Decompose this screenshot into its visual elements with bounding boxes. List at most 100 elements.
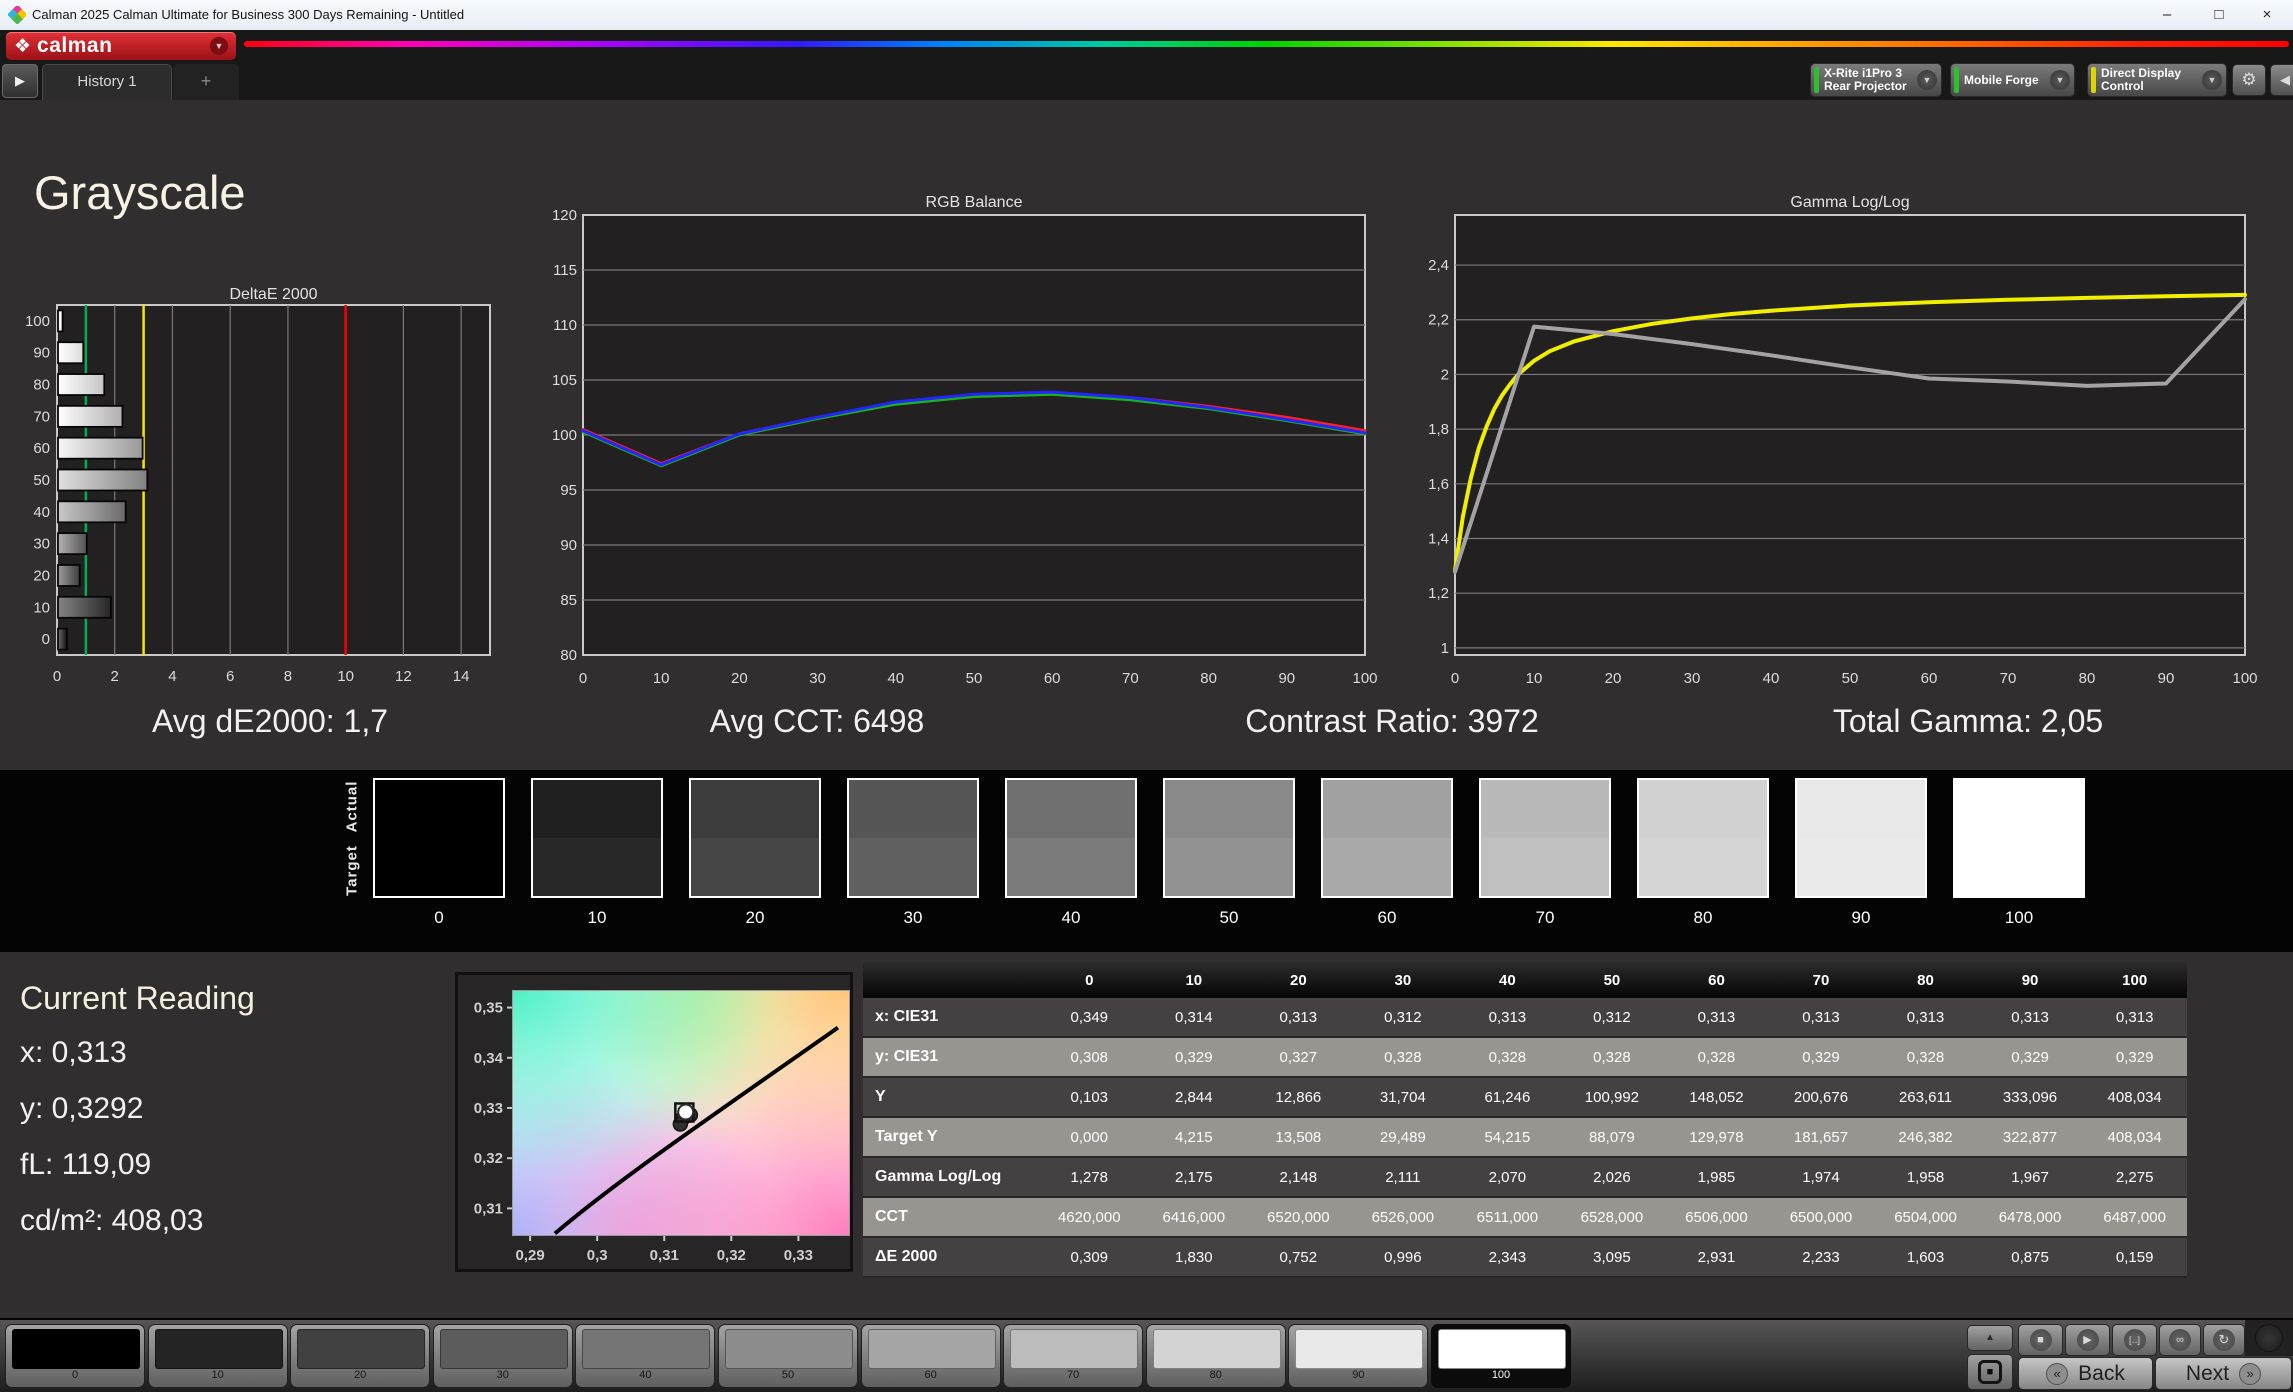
add-tab-button[interactable]: + bbox=[173, 64, 239, 100]
table-row: y: CIE31 0,308 0,329 0,327 0,328 0,328 0,328 0,… bbox=[863, 1037, 2187, 1078]
patch-button-90[interactable]: 90 bbox=[1288, 1324, 1429, 1388]
x-tick-label: 0,31 bbox=[650, 1247, 679, 1264]
patch-level-label: 10 bbox=[211, 1369, 224, 1381]
patch-button-80[interactable]: 80 bbox=[1145, 1324, 1286, 1388]
table-cell: 0,875 bbox=[1977, 1237, 2083, 1278]
table-cell: 1,958 bbox=[1873, 1157, 1978, 1198]
stop-measure-button[interactable]: ■ bbox=[2018, 1324, 2063, 1356]
x-tick-label: 70 bbox=[1122, 670, 1139, 685]
patch-window-button[interactable]: ■ bbox=[1967, 1354, 2013, 1390]
x-tick-label: 0,32 bbox=[717, 1247, 746, 1264]
y-tick-label: 85 bbox=[560, 592, 577, 609]
patch-size-up-button[interactable]: ▲ bbox=[1967, 1325, 2013, 1351]
table-cell: 0,313 bbox=[1455, 998, 1560, 1038]
table-corner-cell bbox=[863, 962, 1037, 998]
table-cell: 0,329 bbox=[1141, 1037, 1247, 1078]
calman-menu-button[interactable]: ❖ calman ▼ bbox=[6, 32, 236, 60]
table-cell: 6506,000 bbox=[1664, 1197, 1769, 1238]
tab-history-1[interactable]: History 1 bbox=[42, 64, 172, 100]
table-cell: 3,095 bbox=[1559, 1237, 1665, 1278]
source-dropdown[interactable]: Mobile Forge ▼ bbox=[1950, 63, 2075, 97]
settings-button[interactable]: ⚙ bbox=[2232, 64, 2266, 96]
patch-button-50[interactable]: 50 bbox=[718, 1324, 858, 1388]
table-cell: 2,026 bbox=[1559, 1157, 1665, 1198]
triangle-up-icon: ▲ bbox=[1985, 1332, 1995, 1343]
patch-button-30[interactable]: 30 bbox=[432, 1324, 573, 1388]
avg-de2000-readout: Avg dE2000: 1,7 bbox=[151, 703, 389, 739]
x-tick-label: 2 bbox=[111, 668, 119, 683]
table-cell: 31,704 bbox=[1350, 1077, 1456, 1118]
patch-level-label: 90 bbox=[1352, 1369, 1365, 1381]
table-cell: 0,328 bbox=[1350, 1037, 1456, 1078]
infinity-icon: ∞ bbox=[2169, 1329, 2191, 1351]
table-cell: 1,967 bbox=[1977, 1157, 2083, 1198]
table-cell: 0,313 bbox=[1873, 998, 1978, 1038]
patch-chip bbox=[582, 1329, 711, 1369]
x-tick-label: 60 bbox=[1921, 670, 1938, 685]
x-tick-label: 20 bbox=[731, 670, 748, 685]
minimize-button[interactable]: – bbox=[2145, 0, 2189, 30]
grayscale-swatch-20 bbox=[689, 778, 821, 898]
table-cell: 0,328 bbox=[1559, 1037, 1665, 1078]
continuous-measure-button[interactable]: ∞ bbox=[2159, 1324, 2201, 1356]
row-label: x: CIE31 bbox=[863, 998, 1037, 1038]
back-button-label: Back bbox=[2078, 1361, 2125, 1385]
y-tick-label: 1,8 bbox=[1428, 421, 1449, 438]
patch-button-40[interactable]: 40 bbox=[575, 1324, 716, 1388]
single-measure-button[interactable]: [‥] bbox=[2112, 1324, 2157, 1356]
plot-area bbox=[1454, 214, 2246, 656]
patch-button-0[interactable]: 0 bbox=[5, 1324, 145, 1388]
patch-chip bbox=[12, 1329, 140, 1369]
tab-row: ▶ History 1 + X-Rite i1Pro 3 Rear Projec… bbox=[0, 62, 2293, 100]
cie-chart-panel: 0,35 0,34 0,33 0,32 0,31 0,29 0,3 0,31 0,32 0,33 bbox=[455, 972, 853, 1272]
total-gamma-readout: Total Gamma: 2,05 bbox=[1832, 703, 2104, 739]
y-tick-label: 1,2 bbox=[1428, 585, 1449, 602]
table-cell: 1,985 bbox=[1664, 1157, 1769, 1198]
table-header-row: 0 10 20 30 40 50 60 70 80 90 100 bbox=[863, 962, 2187, 998]
back-button[interactable]: « Back bbox=[2018, 1357, 2153, 1390]
swatch-actual-half bbox=[1797, 780, 1925, 838]
patch-button-100[interactable]: 100 bbox=[1431, 1324, 1571, 1388]
table-cell: 0,752 bbox=[1246, 1237, 1351, 1278]
row-label: Target Y bbox=[863, 1117, 1037, 1158]
patch-button-70[interactable]: 70 bbox=[1003, 1324, 1144, 1388]
y-tick-label: 1 bbox=[1441, 640, 1449, 657]
patch-button-10[interactable]: 10 bbox=[147, 1324, 288, 1388]
table-cell: 2,175 bbox=[1141, 1157, 1247, 1198]
y-tick-label: 95 bbox=[560, 482, 577, 499]
meter-dropdown[interactable]: X-Rite i1Pro 3 Rear Projector ▼ bbox=[1810, 63, 1942, 97]
page-title: Grayscale bbox=[34, 166, 246, 219]
collapse-panel-button[interactable]: ◀ bbox=[2270, 64, 2293, 96]
column-header-30: 30 bbox=[1350, 962, 1456, 998]
next-button-label: Next bbox=[2185, 1361, 2230, 1385]
x-tick-label: 90 bbox=[2158, 670, 2175, 685]
x-tick-label: 10 bbox=[1526, 670, 1543, 685]
swatch-level-label: 60 bbox=[1377, 908, 1397, 927]
play-icon: ▶ bbox=[2076, 1329, 2099, 1351]
chevron-down-icon: ▼ bbox=[210, 37, 228, 55]
x-tick-label: 0 bbox=[53, 668, 61, 683]
chevron-down-icon: ▼ bbox=[2202, 70, 2222, 90]
swatch-level-label: 30 bbox=[903, 908, 923, 927]
patch-level-label: 100 bbox=[1491, 1369, 1511, 1381]
refresh-measure-button[interactable]: ↻ bbox=[2203, 1324, 2245, 1356]
swatch-actual-half bbox=[1955, 780, 2083, 838]
chevron-down-icon: ▼ bbox=[1917, 70, 1937, 90]
sidebar-expander-button[interactable]: ▶ bbox=[2, 64, 38, 98]
patch-button-60[interactable]: 60 bbox=[860, 1324, 1001, 1388]
table-cell: 0,308 bbox=[1037, 1037, 1142, 1078]
maximize-button[interactable]: □ bbox=[2197, 0, 2241, 30]
title-bar: Calman 2025 Calman Ultimate for Business… bbox=[0, 0, 2293, 30]
swatch-target-half bbox=[1639, 838, 1767, 896]
play-measure-button[interactable]: ▶ bbox=[2065, 1324, 2110, 1356]
close-button[interactable]: × bbox=[2245, 0, 2289, 30]
cie-xy-scatter-chart: 0,35 0,34 0,33 0,32 0,31 0,29 0,3 0,31 0,32 0,33 bbox=[474, 1000, 840, 1264]
table-row: CCT 4620,000 6416,000 6520,000 6526,000 6511,… bbox=[863, 1197, 2187, 1238]
patch-button-20[interactable]: 20 bbox=[290, 1324, 431, 1388]
gamma-loglog-line-chart: 1 1,2 1,4 1,6 1,8 2 2,2 2,4 0 10 20 30 40 50 60 70 80 90 1… bbox=[1428, 214, 2258, 685]
swatch-level-label: 40 bbox=[1061, 908, 1081, 927]
next-button[interactable]: Next » bbox=[2155, 1357, 2292, 1390]
table-cell: 54,215 bbox=[1455, 1117, 1560, 1158]
patch-level-label: 80 bbox=[1209, 1369, 1222, 1381]
display-control-dropdown[interactable]: Direct Display Control ▼ bbox=[2087, 63, 2227, 97]
